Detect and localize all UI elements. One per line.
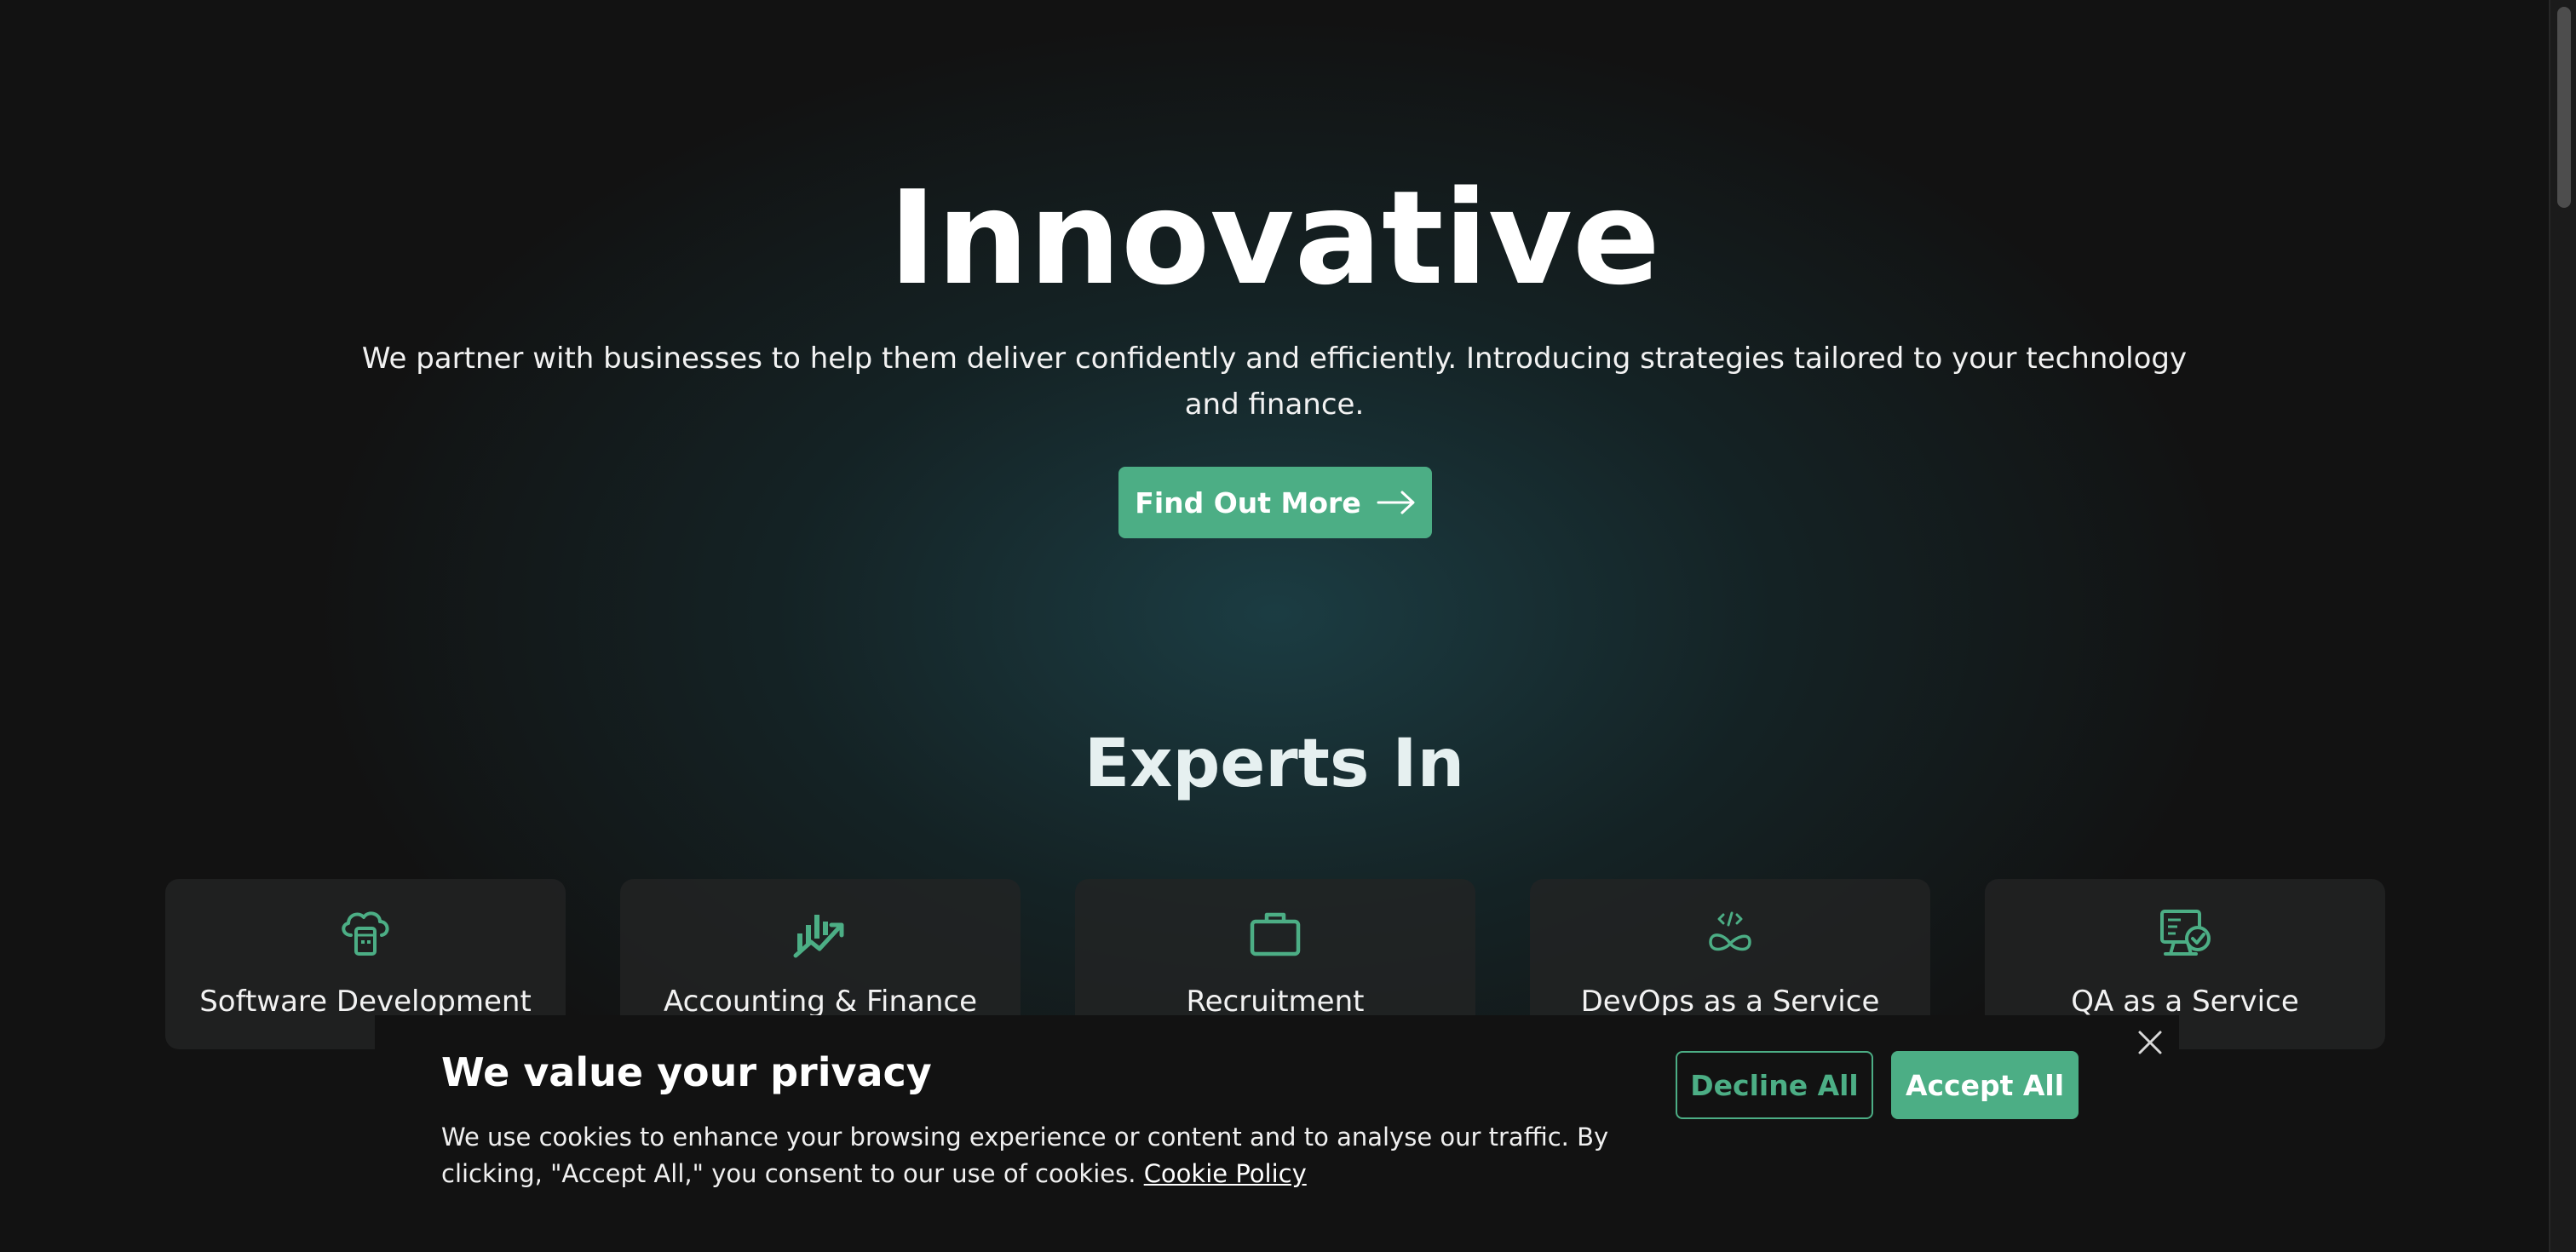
cloud-server-icon (342, 911, 389, 956)
experts-title: Experts In (1084, 726, 1465, 802)
card-label: Accounting & Finance (663, 985, 978, 1019)
hero-title: Innovative (888, 163, 1660, 313)
cookie-banner: We value your privacy We use cookies to … (375, 1015, 2179, 1252)
close-icon[interactable] (2135, 1027, 2165, 1058)
scrollbar[interactable] (2549, 0, 2576, 1252)
devops-infinity-icon (1709, 911, 1751, 951)
decline-all-button[interactable]: Decline All (1676, 1051, 1873, 1119)
accept-all-button[interactable]: Accept All (1891, 1051, 2079, 1119)
card-label: QA as a Service (2071, 985, 2299, 1019)
hero-subtitle: We partner with businesses to help them … (361, 342, 2188, 422)
card-label: Software Development (199, 985, 532, 1019)
find-out-more-button[interactable]: Find Out More (1118, 467, 1432, 538)
briefcase-icon (1250, 912, 1301, 956)
chart-growth-icon (793, 915, 844, 958)
cta-label: Find Out More (1135, 485, 1361, 520)
scrollbar-thumb[interactable] (2557, 7, 2571, 208)
arrow-right-icon (1377, 491, 1415, 514)
card-label: Recruitment (1186, 985, 1365, 1019)
qa-monitor-check-icon (2160, 910, 2211, 956)
card-label: DevOps as a Service (1580, 985, 1880, 1019)
page: Innovative We partner with businesses to… (0, 0, 2576, 1252)
cookie-banner-body: We use cookies to enhance your browsing … (441, 1123, 1609, 1188)
cookie-policy-link[interactable]: Cookie Policy (1144, 1159, 1307, 1188)
cookie-banner-title: We value your privacy (441, 1049, 932, 1095)
cookie-banner-text: We use cookies to enhance your browsing … (441, 1119, 1617, 1192)
